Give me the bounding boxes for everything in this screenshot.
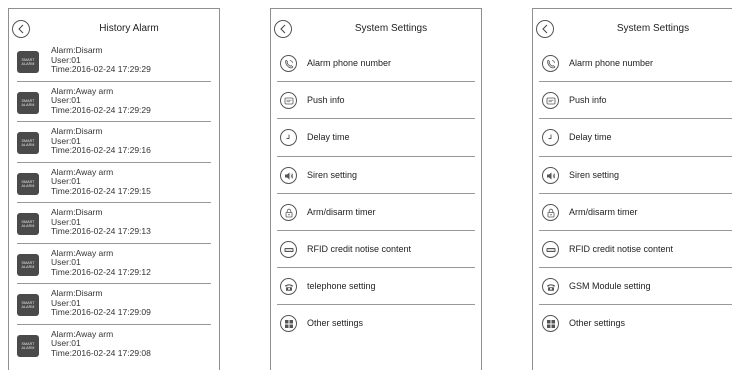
smart-alarm-icon: SMART ALARM — [17, 172, 39, 195]
clock-icon — [280, 129, 297, 147]
chevron-left-icon — [542, 24, 548, 34]
chevron-left-icon — [280, 24, 286, 34]
alarm-time: Time:2016-02-24 17:29:13 — [51, 226, 151, 237]
back-button[interactable] — [274, 20, 292, 38]
settings-item-label: Siren setting — [569, 169, 620, 180]
alarm-list-item[interactable]: SMART ALARM Alarm:Away arm User:01 Time:2… — [17, 244, 211, 284]
lock-icon — [280, 203, 297, 221]
telephone-icon — [280, 278, 297, 296]
speaker-icon — [280, 166, 297, 184]
settings-item-rfid-credit[interactable]: RFID credit notise content — [277, 231, 475, 269]
settings-item-delay-time[interactable]: Delay time — [277, 119, 475, 157]
speaker-icon — [542, 166, 559, 184]
settings-item-push-info[interactable]: Push info — [277, 82, 475, 120]
chevron-left-icon — [18, 24, 24, 34]
settings-item-label: Alarm phone number — [307, 58, 392, 68]
alarm-list-item[interactable]: SMART ALARM Alarm:Away arm User:01 Time:2… — [17, 163, 211, 203]
phone-icon — [542, 55, 559, 72]
page-title: History Alarm — [99, 23, 159, 34]
alarm-list-item[interactable]: SMART ALARM Alarm:Disarm User:01 Time:201… — [17, 284, 211, 325]
rfid-card-icon — [542, 240, 559, 258]
settings-item-alarm-phone-number[interactable]: Alarm phone number — [277, 45, 475, 83]
settings-item-other-settings[interactable]: Other settings — [539, 305, 732, 342]
alarm-list-item[interactable]: SMART ALARM Alarm:Disarm User:01 Time:201… — [17, 122, 211, 163]
page-title: System Settings — [354, 23, 428, 34]
rfid-card-icon — [280, 240, 297, 258]
alarm-time: Time:2016-02-24 17:29:15 — [51, 185, 151, 196]
smart-alarm-icon: SMART ALARM — [17, 334, 39, 357]
settings-item-push-info[interactable]: Push info — [539, 82, 732, 120]
settings-item-siren-setting[interactable]: Siren setting — [277, 157, 475, 194]
smart-alarm-icon: SMART ALARM — [17, 91, 39, 114]
settings-item-arm-disarm-timer[interactable]: Arm/disarm timer — [539, 194, 732, 231]
settings-item-gsm-module-setting[interactable]: GSM Module setting — [539, 268, 732, 306]
message-icon — [542, 92, 559, 110]
settings-item-rfid-credit[interactable]: RFID credit notise content — [539, 231, 732, 269]
alarm-time: Time:2016-02-24 17:29:09 — [51, 307, 151, 318]
history-alarm-screen: History Alarm SMART ALARM Alarm:Disarm Us… — [8, 8, 220, 370]
settings-list: Alarm phone number Push info Delay time … — [271, 45, 481, 343]
alarm-time: Time:2016-02-24 17:29:08 — [51, 347, 151, 358]
settings-item-label: RFID credit notise content — [569, 243, 674, 254]
system-settings-screen-gsm: System Settings Alarm phone number Push … — [532, 8, 732, 370]
settings-item-label: RFID credit notise content — [307, 243, 412, 254]
settings-item-label: Push info — [569, 95, 607, 106]
phone-icon — [280, 55, 297, 72]
smart-alarm-icon: SMART ALARM — [17, 132, 39, 154]
message-icon — [280, 92, 297, 110]
settings-list: Alarm phone number Push info Delay time … — [533, 45, 732, 343]
settings-item-label: Delay time — [569, 132, 612, 143]
back-button[interactable] — [536, 20, 554, 38]
smart-alarm-icon: SMART ALARM — [17, 294, 39, 316]
settings-item-label: Alarm phone number — [569, 58, 654, 68]
settings-item-label: Delay time — [307, 132, 350, 143]
settings-item-other-settings[interactable]: Other settings — [277, 305, 475, 342]
settings-item-label: Siren setting — [307, 169, 358, 180]
page-title: System Settings — [616, 23, 690, 34]
alarm-time: Time:2016-02-24 17:29:16 — [51, 145, 151, 156]
settings-item-label: telephone setting — [307, 281, 376, 292]
settings-item-arm-disarm-timer[interactable]: Arm/disarm timer — [277, 194, 475, 231]
settings-item-label: Other settings — [569, 318, 626, 329]
alarm-list-item[interactable]: SMART ALARM Alarm:Away arm User:01 Time:2… — [17, 325, 211, 366]
alarm-list-item[interactable]: SMART ALARM Alarm:Away arm User:01 Time:2… — [17, 82, 211, 122]
settings-item-label: GSM Module setting — [569, 281, 651, 292]
system-settings-screen: System Settings Alarm phone number Push … — [270, 8, 482, 370]
grid-icon — [542, 315, 559, 333]
settings-item-label: Other settings — [307, 318, 364, 329]
settings-item-siren-setting[interactable]: Siren setting — [539, 157, 732, 194]
settings-item-delay-time[interactable]: Delay time — [539, 119, 732, 157]
back-button[interactable] — [12, 20, 30, 38]
alarm-time: Time:2016-02-24 17:29:12 — [51, 266, 151, 277]
settings-item-label: Arm/disarm timer — [307, 206, 376, 217]
smart-alarm-icon: SMART ALARM — [17, 213, 39, 235]
lock-icon — [542, 203, 559, 221]
alarm-history-list: SMART ALARM Alarm:Disarm User:01 Time:201… — [9, 41, 219, 365]
settings-item-label: Arm/disarm timer — [569, 206, 638, 217]
smart-alarm-icon: SMART ALARM — [17, 51, 39, 73]
alarm-time: Time:2016-02-24 17:29:29 — [51, 64, 151, 75]
clock-icon — [542, 129, 559, 147]
settings-item-label: Push info — [307, 95, 345, 106]
grid-icon — [280, 315, 297, 333]
settings-item-alarm-phone-number[interactable]: Alarm phone number — [539, 45, 732, 83]
telephone-icon — [542, 278, 559, 296]
alarm-list-item[interactable]: SMART ALARM Alarm:Disarm User:01 Time:201… — [17, 41, 211, 82]
settings-item-telephone-setting[interactable]: telephone setting — [277, 268, 475, 306]
smart-alarm-icon: SMART ALARM — [17, 253, 39, 276]
alarm-list-item[interactable]: SMART ALARM Alarm:Disarm User:01 Time:201… — [17, 203, 211, 244]
alarm-time: Time:2016-02-24 17:29:29 — [51, 104, 151, 115]
